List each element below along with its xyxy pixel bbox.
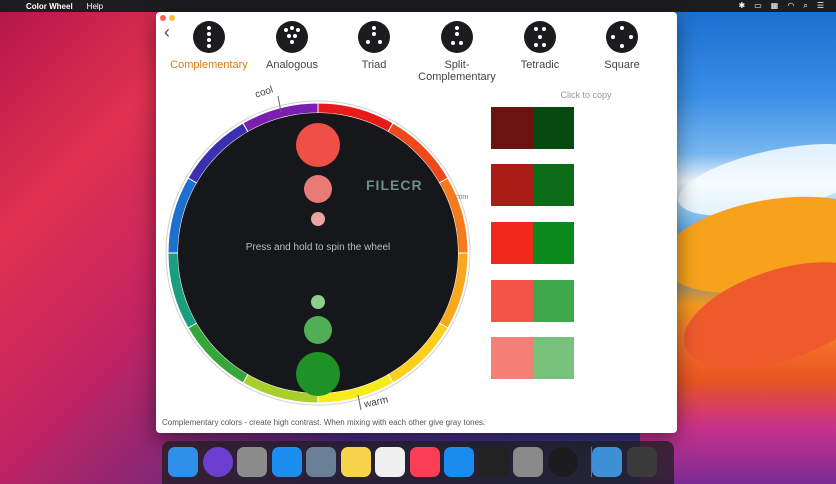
downloads-folder-icon[interactable] (592, 447, 622, 477)
swatch-pair[interactable] (491, 337, 574, 379)
help-menu[interactable]: Help (87, 2, 103, 11)
color-wheel-window: ‹ Complementary Analogous Triad Split- C… (156, 12, 677, 433)
swatch-pair[interactable] (491, 280, 574, 322)
swatch-complement[interactable] (532, 337, 574, 379)
complementary-icon (193, 21, 225, 53)
complement-dot (304, 316, 332, 344)
trash-icon[interactable] (626, 447, 657, 477)
photos-icon[interactable] (375, 447, 405, 477)
dock (162, 441, 674, 484)
launchpad-icon[interactable] (237, 447, 267, 477)
swatch-color[interactable] (491, 280, 533, 322)
close-button[interactable] (160, 15, 166, 21)
triad-icon (358, 21, 390, 53)
split-complementary-icon (441, 21, 473, 53)
color-dot (304, 175, 332, 203)
mode-label: Split- Complementary (418, 59, 496, 83)
spin-hint-text: Press and hold to spin the wheel (245, 242, 391, 253)
mode-complementary[interactable]: Complementary (169, 21, 249, 71)
notes-icon[interactable] (340, 447, 371, 477)
finder-icon[interactable] (168, 447, 198, 477)
swatch-complement[interactable] (532, 280, 574, 322)
swatch-color[interactable] (491, 222, 533, 264)
complement-dot (311, 295, 325, 309)
watermark-suffix: .com (453, 194, 469, 201)
mode-triad[interactable]: Triad (334, 21, 414, 71)
mode-square[interactable]: Square (582, 21, 662, 71)
menu-bar: Color Wheel Help ✱ ▭ ▦ ◠ ⌕ ☰ (0, 0, 836, 12)
wifi-icon[interactable]: ◠ (787, 1, 794, 11)
color-wheel-icon[interactable] (547, 447, 578, 477)
swatch-color[interactable] (491, 164, 533, 206)
mode-split-complementary[interactable]: Split- Complementary (417, 21, 497, 83)
analogous-icon (276, 21, 308, 53)
swatch-color[interactable] (491, 107, 533, 149)
app-menu[interactable]: Color Wheel (26, 2, 73, 11)
flag-icon[interactable]: ▦ (771, 1, 779, 11)
mode-label: Tetradic (520, 59, 560, 71)
swatch-complement[interactable] (532, 222, 574, 264)
copy-hint: Click to copy (560, 90, 612, 100)
terminal-icon[interactable] (478, 447, 509, 477)
swatch-color[interactable] (491, 337, 533, 379)
mode-label: Complementary (170, 59, 248, 71)
swatch-complement[interactable] (532, 107, 574, 149)
status-tray: ✱ ▭ ▦ ◠ ⌕ ☰ (739, 1, 824, 11)
square-icon (606, 21, 638, 53)
siri-icon[interactable] (202, 447, 233, 477)
mode-analogous[interactable]: Analogous (252, 21, 332, 71)
system-preferences-icon[interactable] (513, 447, 543, 477)
mode-tetradic[interactable]: Tetradic (500, 21, 580, 71)
safari-icon[interactable] (271, 447, 302, 477)
screen-icon[interactable]: ▭ (754, 1, 762, 11)
mode-label: Analogous (266, 59, 318, 71)
app-store-icon[interactable] (444, 447, 474, 477)
mode-label: Triad (361, 59, 387, 71)
mode-label: Square (604, 59, 640, 71)
music-icon[interactable] (409, 447, 440, 477)
complement-dot (296, 352, 340, 396)
bluetooth-icon[interactable]: ✱ (739, 1, 746, 11)
swatch-pair[interactable] (491, 107, 574, 149)
color-wheel[interactable] (156, 92, 476, 414)
tetradic-icon (524, 21, 556, 53)
preview-icon[interactable] (306, 447, 336, 477)
swatch-pair[interactable] (491, 222, 574, 264)
search-icon[interactable]: ⌕ (803, 1, 807, 11)
control-center-icon[interactable]: ☰ (817, 1, 824, 11)
swatch-pair[interactable] (491, 164, 574, 206)
mode-description: Complementary colors - create high contr… (162, 418, 486, 427)
color-dot (296, 123, 340, 167)
color-dot (311, 212, 325, 226)
swatch-complement[interactable] (532, 164, 574, 206)
watermark-logo: FILECR (366, 177, 423, 193)
